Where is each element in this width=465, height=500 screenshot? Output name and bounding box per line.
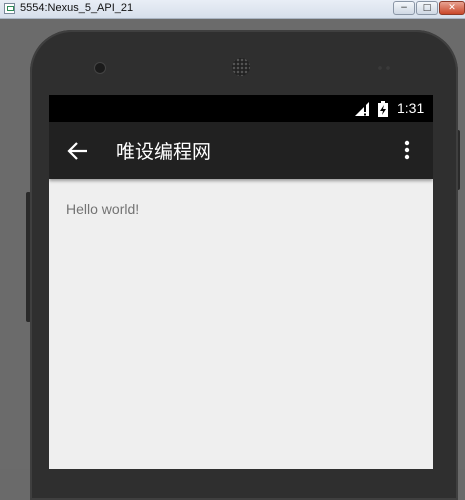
status-clock: 1:31 (397, 100, 425, 116)
toolbar-title: 唯设编程网 (116, 141, 212, 163)
device-screen[interactable]: 1:31 唯设编程网 Hello world! (49, 95, 433, 469)
minimize-button[interactable]: − (393, 1, 415, 15)
status-bar: 1:31 (49, 95, 433, 122)
close-button[interactable]: ✕ (439, 1, 465, 15)
maximize-button[interactable]: □ (416, 1, 438, 15)
more-vert-icon[interactable] (404, 140, 410, 160)
window-titlebar: 5554:Nexus_5_API_21 − □ ✕ (0, 0, 465, 19)
speaker-grille-icon (232, 58, 250, 76)
arrow-left-icon[interactable] (67, 141, 89, 161)
battery-icon (378, 101, 388, 117)
window-title: 5554:Nexus_5_API_21 (20, 2, 134, 14)
front-camera-icon (95, 63, 105, 73)
app-toolbar: 唯设编程网 (49, 122, 433, 179)
proximity-sensor-icon (376, 66, 392, 70)
app-window-icon (4, 3, 15, 14)
signal-icon (355, 102, 369, 116)
hello-world-text: Hello world! (66, 201, 140, 217)
